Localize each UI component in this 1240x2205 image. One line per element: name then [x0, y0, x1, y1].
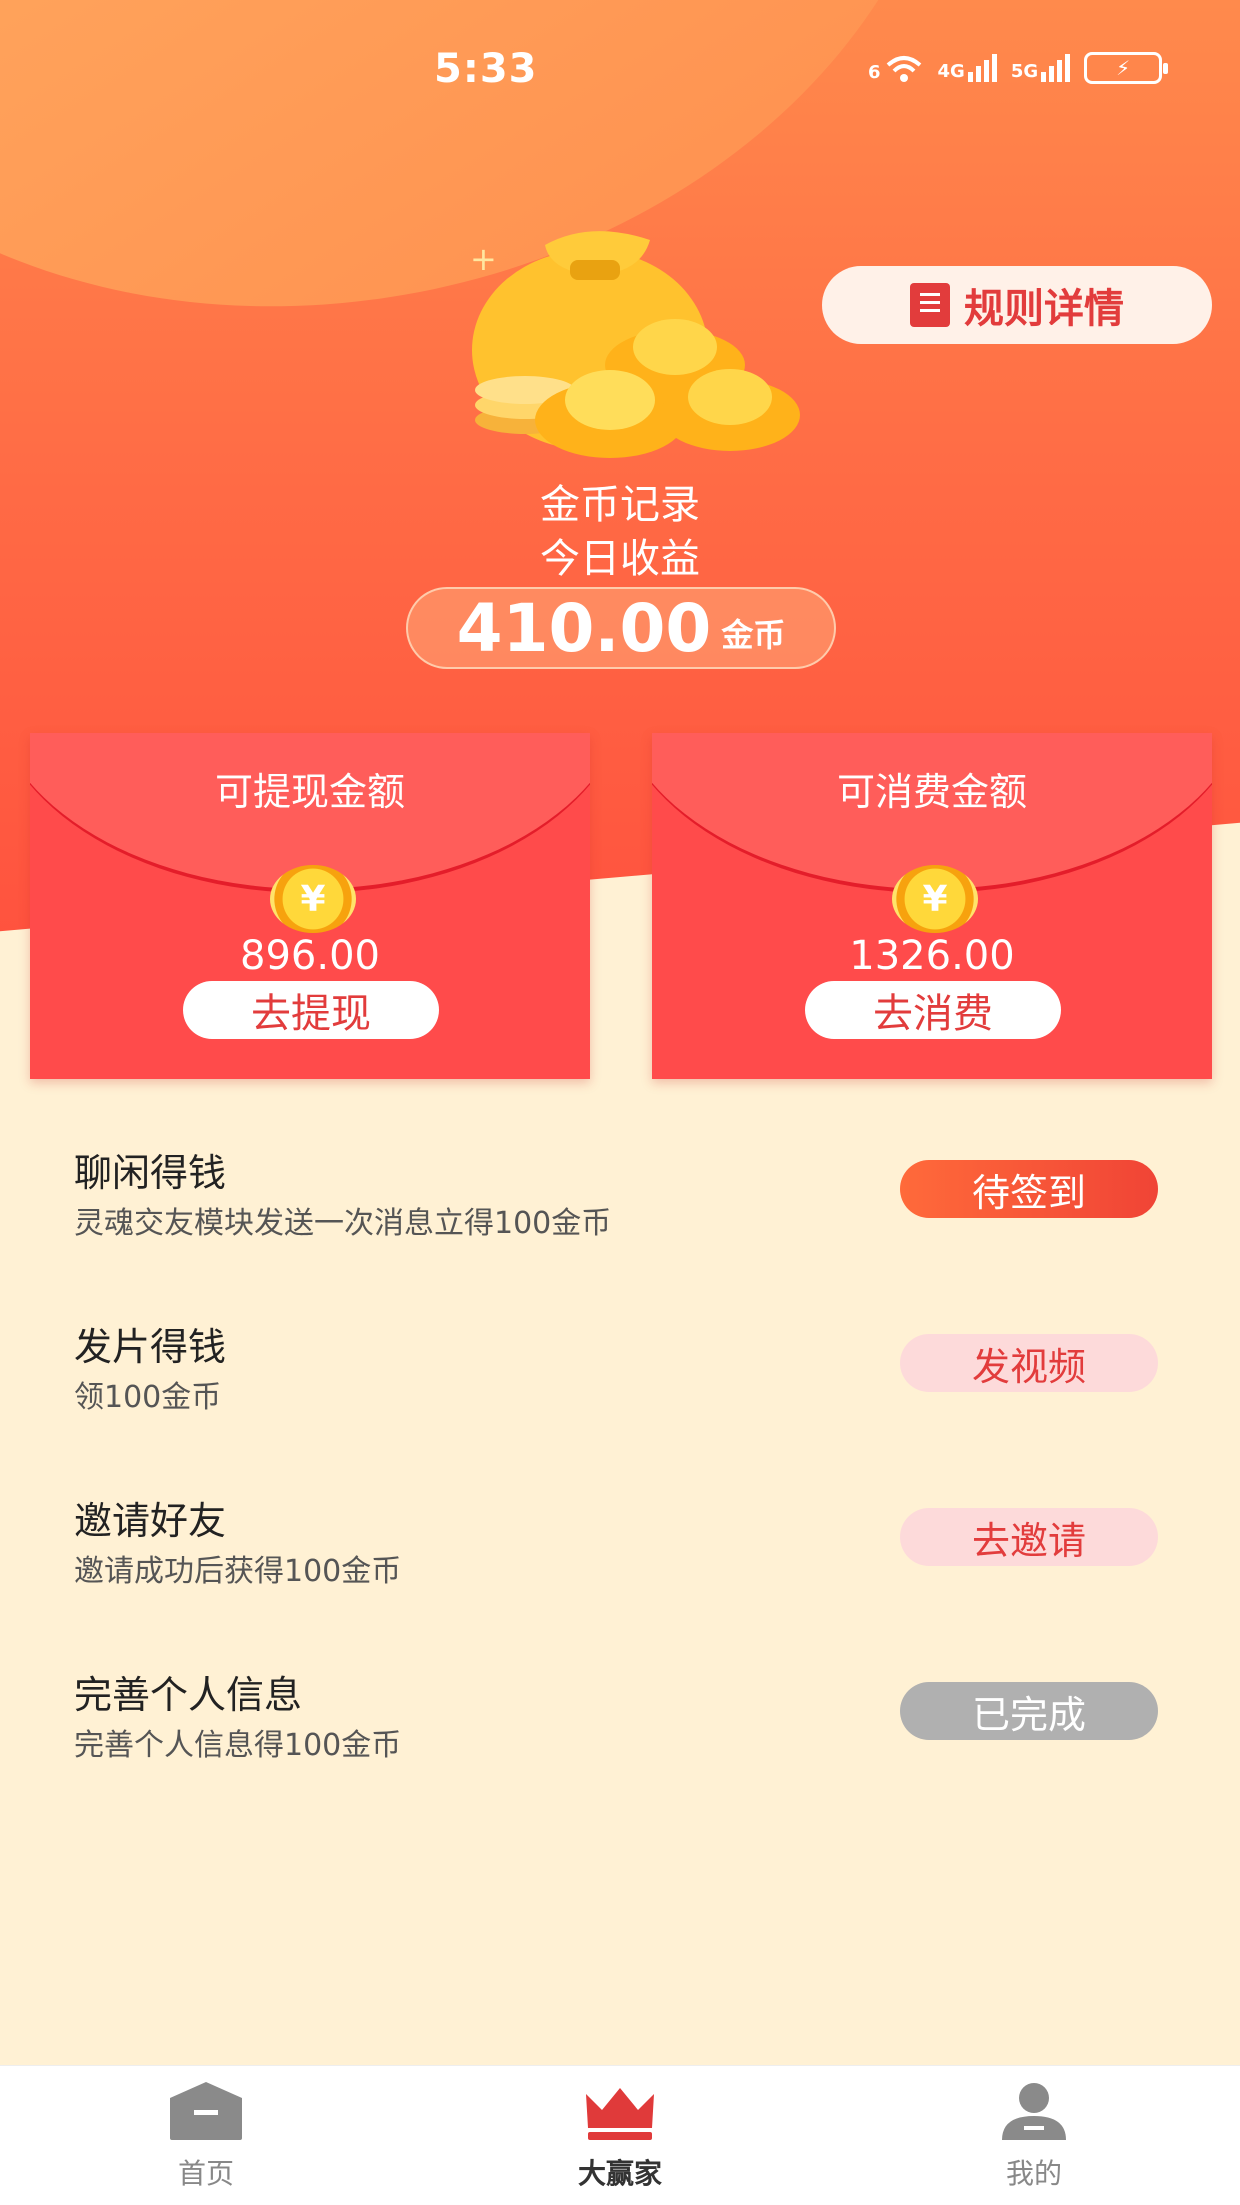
status-bar: 5:33 6 4G 5G ⚡: [0, 0, 1240, 140]
money-bag-illustration: +: [470, 231, 800, 458]
spendable-title: 可消费金额: [836, 770, 1027, 814]
spendable-envelope: 可消费金额 ¥ 1326.00 去消费: [652, 733, 1212, 1079]
spend-button[interactable]: 去消费: [805, 981, 1061, 1039]
task-item-video: 发片得钱 领100金币 发视频: [0, 1308, 1240, 1458]
rules-label: 规则详情: [964, 286, 1124, 332]
tab-big-winner[interactable]: 大赢家: [540, 2080, 700, 2192]
bottom-tab-bar: 首页 大赢家 我的: [0, 2065, 1240, 2205]
wifi-label: 6: [868, 62, 881, 83]
invite-button[interactable]: 去邀请: [900, 1508, 1158, 1566]
spendable-amount: 1326.00: [849, 933, 1015, 979]
crown-icon: [586, 2088, 654, 2140]
today-earnings-unit: 金币: [721, 616, 786, 654]
task-title: 聊闲得钱: [74, 1151, 227, 1195]
checkin-button[interactable]: 待签到: [900, 1160, 1158, 1218]
cellular-5g-icon: 5G: [1010, 54, 1071, 82]
tab-home[interactable]: 首页: [126, 2080, 286, 2192]
book-icon: [910, 283, 950, 327]
task-item-invite: 邀请好友 邀请成功后获得100金币 去邀请: [0, 1482, 1240, 1632]
today-earnings-amount: 410.00: [456, 589, 712, 667]
wifi-icon: 6: [868, 53, 924, 83]
tab-mine[interactable]: 我的: [954, 2080, 1114, 2192]
withdrawable-envelope: 可提现金额 ¥ 896.00 去提现: [30, 733, 590, 1079]
task-title: 完善个人信息: [74, 1673, 303, 1717]
task-item-profile: 完善个人信息 完善个人信息得100金币 已完成: [0, 1656, 1240, 1806]
rules-button[interactable]: 规则详情: [822, 266, 1212, 344]
task-subtitle: 邀请成功后获得100金币: [74, 1554, 402, 1589]
post-video-button[interactable]: 发视频: [900, 1334, 1158, 1392]
tab-big-winner-label: 大赢家: [577, 2157, 662, 2190]
battery-icon: ⚡: [1084, 52, 1169, 84]
tab-home-label: 首页: [177, 2157, 234, 2190]
completed-button[interactable]: 已完成: [900, 1682, 1158, 1740]
withdrawable-title: 可提现金额: [214, 770, 405, 814]
today-earnings-label: 今日收益: [540, 536, 700, 582]
status-time: 5:33: [434, 46, 538, 92]
today-earnings-pill: 410.00 金币: [406, 587, 836, 669]
gold-record-label[interactable]: 金币记录: [0, 472, 1240, 530]
task-subtitle: 领100金币: [74, 1380, 222, 1415]
task-title: 发片得钱: [74, 1325, 227, 1369]
task-title: 邀请好友: [74, 1499, 227, 1543]
task-item-chat: 聊闲得钱 灵魂交友模块发送一次消息立得100金币 待签到: [0, 1134, 1240, 1284]
task-subtitle: 完善个人信息得100金币: [74, 1728, 402, 1763]
net1-label: 4G: [937, 61, 965, 82]
home-icon: [170, 2082, 242, 2140]
net2-label: 5G: [1010, 61, 1039, 82]
svg-text:+: +: [470, 240, 497, 278]
user-icon: [1002, 2083, 1066, 2140]
cellular-4g-icon: 4G: [938, 54, 997, 82]
withdrawable-amount: 896.00: [240, 933, 380, 979]
yuan-coin-icon: ¥: [270, 865, 356, 933]
tab-mine-label: 我的: [1005, 2157, 1062, 2190]
yuan-coin-icon: ¥: [892, 865, 978, 933]
task-subtitle: 灵魂交友模块发送一次消息立得100金币: [74, 1206, 612, 1241]
withdraw-button[interactable]: 去提现: [183, 981, 439, 1039]
status-icons: 6 4G 5G ⚡: [868, 52, 1169, 84]
